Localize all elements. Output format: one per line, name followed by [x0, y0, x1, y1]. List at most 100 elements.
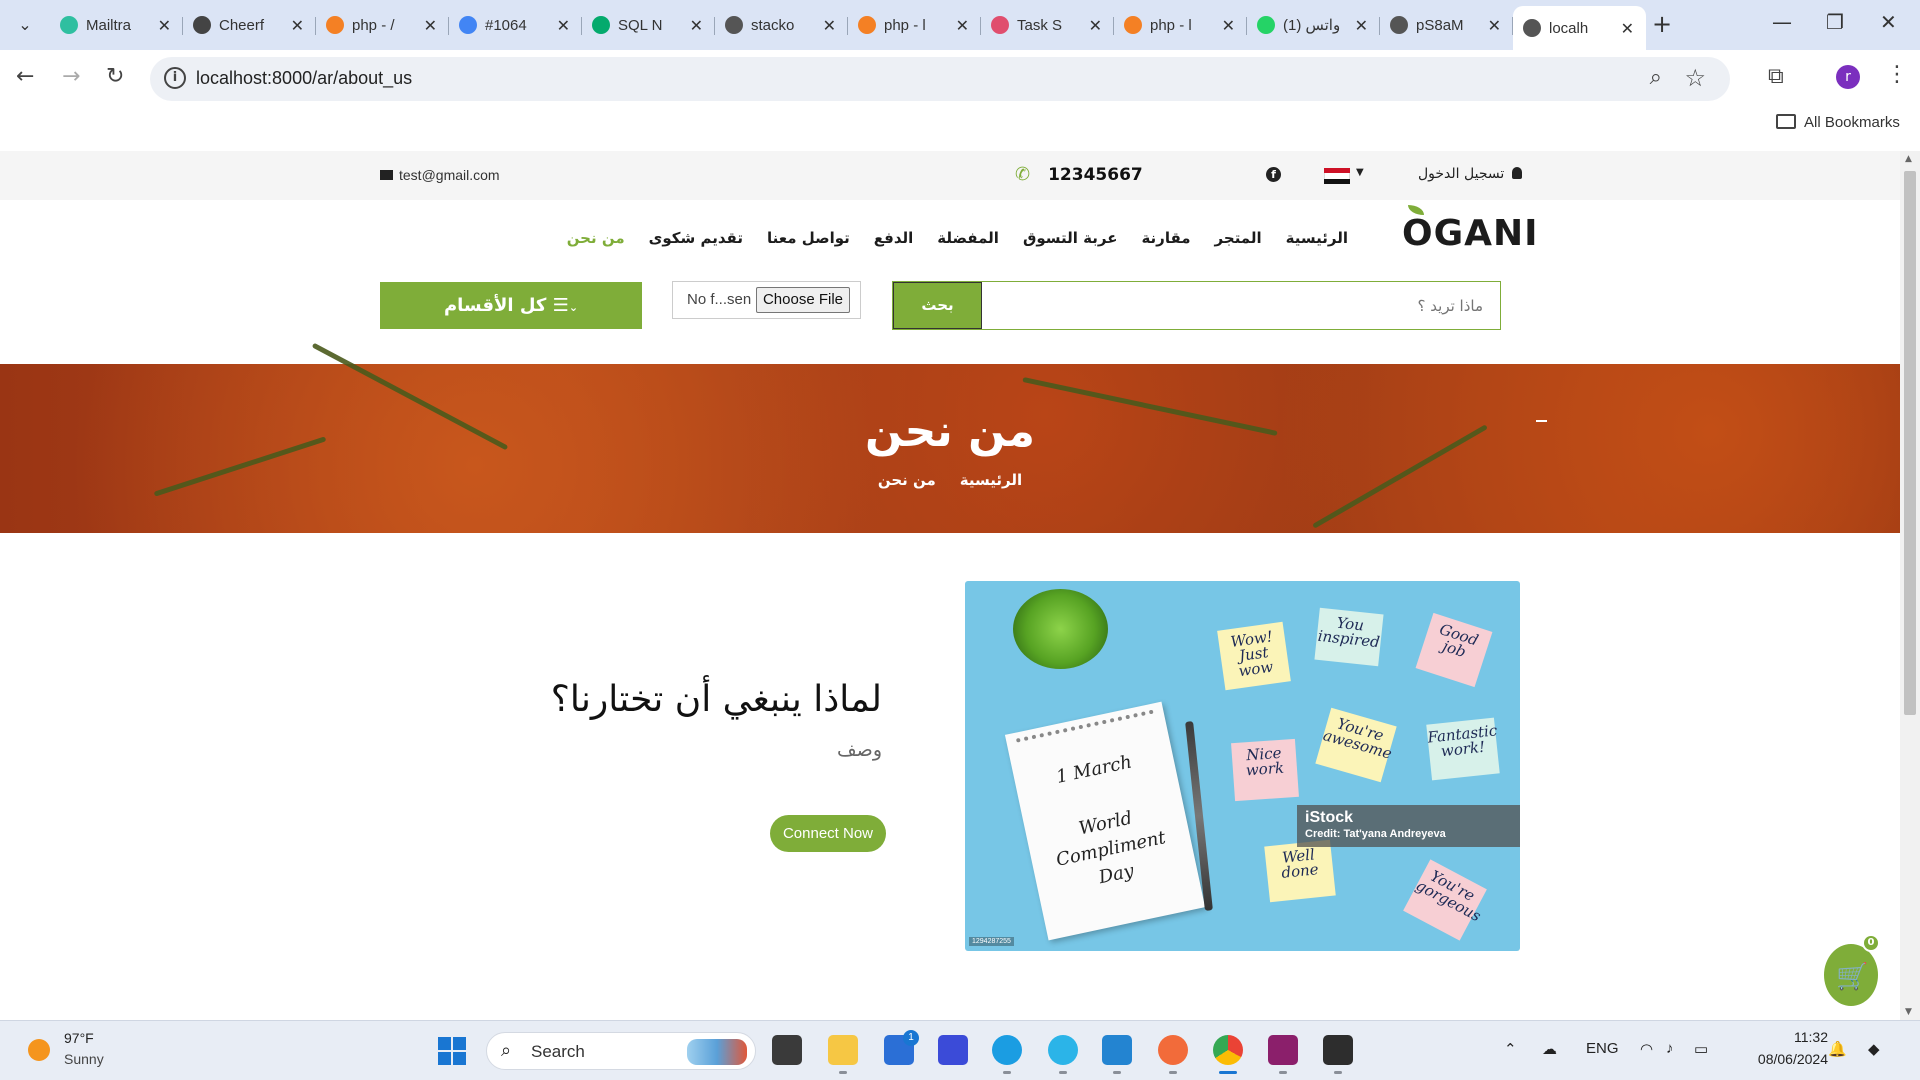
tab-favicon-icon [326, 16, 344, 34]
app-icon[interactable] [1048, 1035, 1078, 1065]
reload-icon[interactable]: ↻ [106, 64, 124, 89]
language-indicator[interactable]: ENG [1586, 1040, 1619, 1057]
site-logo[interactable]: OGANI [1402, 205, 1539, 254]
new-tab-plus-icon[interactable]: + [1652, 10, 1672, 38]
browser-tab[interactable]: php - l ✕ [848, 6, 981, 44]
tab-search-chevron-icon[interactable]: ⌄ [10, 12, 40, 38]
browser-tab[interactable]: Cheerf ✕ [183, 6, 316, 44]
scroll-up-icon[interactable]: ▲ [1905, 154, 1912, 164]
back-arrow-icon[interactable]: ← [16, 64, 34, 89]
breadcrumb-home[interactable]: الرئيسية [960, 471, 1022, 489]
profile-avatar[interactable]: r [1836, 65, 1860, 89]
edge-icon[interactable] [992, 1035, 1022, 1065]
url-text[interactable]: localhost:8000/ar/about_us [196, 68, 412, 89]
notification-bell-icon[interactable]: 🔔 [1828, 1040, 1847, 1058]
app-icon[interactable] [938, 1035, 968, 1065]
all-bookmarks[interactable]: All Bookmarks [1776, 114, 1900, 131]
vscode-icon[interactable] [1102, 1035, 1132, 1065]
nav-item[interactable]: عربة التسوق [1023, 229, 1118, 247]
tab-close-icon[interactable]: ✕ [158, 16, 171, 35]
browser-tab[interactable]: stacko ✕ [715, 6, 848, 44]
browser-tab[interactable]: #1064 ✕ [449, 6, 582, 44]
weather-temperature[interactable]: 97°F [64, 1030, 94, 1046]
tab-close-icon[interactable]: ✕ [557, 16, 570, 35]
site-info-icon[interactable]: i [164, 67, 186, 89]
browser-tab[interactable]: (1) واتس ✕ [1247, 6, 1380, 44]
restore-icon[interactable]: ❐ [1826, 10, 1844, 34]
file-upload[interactable]: No f...sen Choose File [672, 281, 861, 319]
language-caret-icon[interactable]: ▼ [1356, 167, 1364, 178]
categories-label: كل الأقسام [443, 295, 547, 316]
wifi-icon[interactable]: ◠ [1640, 1040, 1653, 1058]
windows-start-icon[interactable] [438, 1037, 466, 1065]
winrar-icon[interactable] [1268, 1035, 1298, 1065]
login-link[interactable]: تسجيل الدخول [1418, 166, 1523, 182]
tab-close-icon[interactable]: ✕ [1355, 16, 1368, 35]
scrollbar-thumb[interactable] [1904, 171, 1916, 715]
page-scrollbar[interactable]: ▲ ▼ [1900, 151, 1920, 1020]
nav-item[interactable]: الدفع [874, 229, 914, 247]
scroll-down-icon[interactable]: ▼ [1905, 1007, 1912, 1017]
nav-item[interactable]: من نحن [567, 229, 625, 247]
floating-cart-button[interactable]: 🛒 [1824, 944, 1878, 1006]
forward-arrow-icon[interactable]: → [62, 64, 80, 89]
bookmark-star-icon[interactable]: ☆ [1684, 64, 1706, 92]
extensions-puzzle-icon[interactable]: ⧉ [1768, 64, 1784, 89]
browser-tab[interactable]: Mailtra ✕ [50, 6, 183, 44]
search-form: بحث [892, 281, 1501, 330]
browser-tab[interactable]: php - / ✕ [316, 6, 449, 44]
browser-tab[interactable]: pS8aM ✕ [1380, 6, 1513, 44]
tab-favicon-icon [1523, 19, 1541, 37]
all-categories-button[interactable]: كل الأقسام ☰⌄ [380, 282, 642, 329]
search-input[interactable] [983, 282, 1495, 329]
tab-close-icon[interactable]: ✕ [1089, 16, 1102, 35]
choose-file-button[interactable]: Choose File [756, 287, 850, 313]
user-icon [1512, 167, 1523, 179]
chrome-icon[interactable] [1213, 1035, 1243, 1065]
terminal-icon[interactable] [1323, 1035, 1353, 1065]
nav-item[interactable]: تقديم شكوى [649, 229, 743, 247]
search-button[interactable]: بحث [893, 282, 982, 329]
task-view-icon[interactable] [772, 1035, 802, 1065]
connect-now-button[interactable]: Connect Now [770, 815, 886, 852]
clock-time[interactable]: 11:32 [1768, 1029, 1828, 1045]
address-bar[interactable]: i localhost:8000/ar/about_us ⌕ ☆ [150, 57, 1730, 101]
search-highlight-image [687, 1039, 747, 1065]
facebook-icon[interactable]: f [1266, 167, 1281, 182]
browser-tab[interactable]: php - l ✕ [1114, 6, 1247, 44]
taskbar-search[interactable]: ⌕ Search [486, 1032, 756, 1070]
tab-close-icon[interactable]: ✕ [690, 16, 703, 35]
browser-tab[interactable]: SQL N ✕ [582, 6, 715, 44]
tab-favicon-icon [1390, 16, 1408, 34]
browser-toolbar: ← → ↻ i localhost:8000/ar/about_us ⌕ ☆ ⧉… [0, 50, 1920, 108]
onedrive-icon[interactable]: ☁ [1542, 1040, 1557, 1058]
browser-tab[interactable]: Task S ✕ [981, 6, 1114, 44]
language-flag-icon[interactable] [1324, 168, 1350, 184]
tab-close-icon[interactable]: ✕ [956, 16, 969, 35]
zoom-icon[interactable]: ⌕ [1650, 65, 1662, 90]
nav-item[interactable]: المفضلة [937, 229, 999, 247]
clock-date[interactable]: 08/06/2024 [1738, 1051, 1828, 1067]
file-explorer-icon[interactable] [828, 1035, 858, 1065]
close-window-icon[interactable]: ✕ [1880, 10, 1897, 34]
nav-item[interactable]: الرئيسية [1286, 229, 1348, 247]
tab-close-icon[interactable]: ✕ [424, 16, 437, 35]
tab-close-icon[interactable]: ✕ [823, 16, 836, 35]
nav-item[interactable]: تواصل معنا [767, 229, 850, 247]
weather-sun-icon[interactable] [28, 1039, 50, 1061]
tab-close-icon[interactable]: ✕ [291, 16, 304, 35]
tab-close-icon[interactable]: ✕ [1222, 16, 1235, 35]
tab-close-icon[interactable]: ✕ [1488, 16, 1501, 35]
volume-icon[interactable]: ♪ [1666, 1040, 1674, 1057]
battery-icon[interactable]: ▭ [1694, 1040, 1708, 1058]
minimize-icon[interactable]: — [1772, 10, 1792, 34]
browser-tab[interactable]: localh ✕ [1513, 6, 1646, 50]
tray-chevron-icon[interactable]: ⌃ [1504, 1040, 1517, 1058]
nav-item[interactable]: المتجر [1215, 229, 1262, 247]
weather-condition[interactable]: Sunny [64, 1051, 104, 1067]
tab-close-icon[interactable]: ✕ [1621, 19, 1634, 38]
postman-icon[interactable] [1158, 1035, 1188, 1065]
nav-item[interactable]: مقارنة [1141, 229, 1190, 247]
browser-menu-icon[interactable]: ⋮ [1886, 62, 1908, 87]
copilot-icon[interactable]: ◆ [1868, 1040, 1880, 1058]
